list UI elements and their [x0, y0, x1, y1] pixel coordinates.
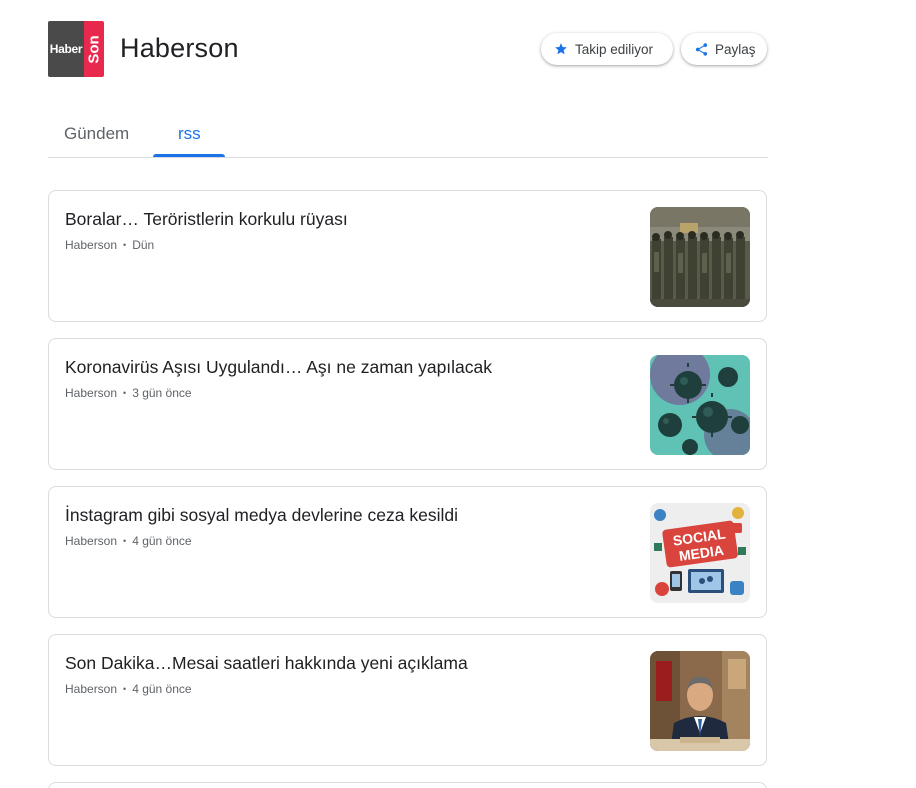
article-card[interactable]: Koronavirüs Aşısı Uygulandı… Aşı ne zama… — [48, 338, 767, 470]
publication-logo: Haber Son — [48, 21, 104, 77]
article-source: Haberson — [65, 386, 118, 400]
article-time: 3 gün önce — [132, 386, 192, 400]
logo-left-text: Haber — [48, 21, 84, 77]
logo-right-text: Son — [85, 34, 103, 64]
article-source: Haberson — [65, 682, 118, 696]
article-meta: Haberson • Dün — [65, 238, 155, 252]
follow-button-label: Takip ediliyor — [575, 41, 654, 57]
article-thumbnail[interactable] — [650, 651, 750, 751]
article-title[interactable]: Boralar… Teröristlerin korkulu rüyası — [65, 209, 348, 230]
tab-gundem[interactable]: Gündem — [64, 124, 129, 144]
follow-button[interactable]: Takip ediliyor — [541, 33, 673, 65]
article-card[interactable]: Son Dakika…Mesai saatleri hakkında yeni … — [48, 634, 767, 766]
article-title[interactable]: Koronavirüs Aşısı Uygulandı… Aşı ne zama… — [65, 357, 492, 378]
article-source: Haberson — [65, 534, 118, 548]
article-title[interactable]: Son Dakika…Mesai saatleri hakkında yeni … — [65, 653, 468, 674]
share-button[interactable]: Paylaş — [681, 33, 767, 65]
share-icon — [693, 41, 709, 57]
article-time: Dün — [132, 238, 155, 252]
article-title[interactable]: İnstagram gibi sosyal medya devlerine ce… — [65, 505, 458, 526]
article-thumbnail[interactable] — [650, 355, 750, 455]
article-time: 4 gün önce — [132, 534, 192, 548]
article-card[interactable]: İnstagram gibi sosyal medya devlerine ce… — [48, 486, 767, 618]
section-tabs: Gündem rss — [48, 110, 768, 158]
share-button-label: Paylaş — [715, 41, 756, 57]
article-meta: Haberson • 4 gün önce — [65, 682, 192, 696]
star-icon — [553, 41, 569, 57]
article-card-partial[interactable] — [48, 782, 767, 788]
article-time: 4 gün önce — [132, 682, 192, 696]
article-card[interactable]: Boralar… Teröristlerin korkulu rüyası Ha… — [48, 190, 767, 322]
publication-title: Haberson — [120, 33, 239, 63]
article-thumbnail[interactable]: SOCIAL MEDIA — [650, 503, 750, 603]
tab-rss[interactable]: rss — [178, 124, 201, 144]
article-meta: Haberson • 4 gün önce — [65, 534, 192, 548]
publication-header: Haber Son Haberson Takip ediliyor Paylaş — [48, 20, 768, 78]
article-meta: Haberson • 3 gün önce — [65, 386, 192, 400]
article-source: Haberson — [65, 238, 118, 252]
article-thumbnail[interactable] — [650, 207, 750, 307]
active-tab-indicator — [153, 154, 225, 157]
